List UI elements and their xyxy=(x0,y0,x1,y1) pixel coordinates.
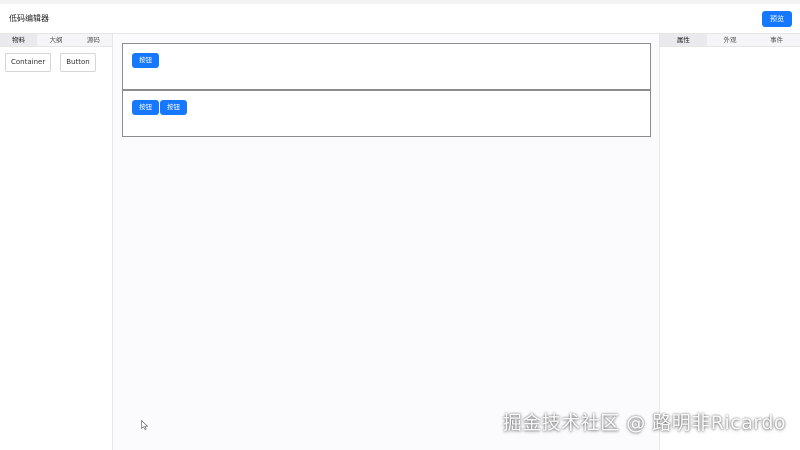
right-panel: 属性 外观 事件 xyxy=(659,34,800,450)
tab-outline[interactable]: 大纲 xyxy=(37,34,74,46)
canvas-button[interactable]: 按钮 xyxy=(132,53,159,68)
mouse-pointer-icon xyxy=(141,420,149,430)
material-container[interactable]: Container xyxy=(5,53,52,72)
container-buttons: 按钮 xyxy=(132,53,159,68)
preview-button[interactable]: 预览 xyxy=(762,10,792,27)
tab-properties[interactable]: 属性 xyxy=(660,34,707,46)
right-tabs: 属性 外观 事件 xyxy=(660,34,800,47)
left-panel: 物料 大纲 源码 Container Button xyxy=(0,34,113,450)
tab-events[interactable]: 事件 xyxy=(753,34,800,46)
watermark: 掘金技术社区 @ 路明非Ricardo xyxy=(502,412,786,434)
left-tabs: 物料 大纲 源码 xyxy=(0,34,112,47)
canvas-button[interactable]: 按钮 xyxy=(160,100,187,115)
canvas-container[interactable]: 按钮 按钮 xyxy=(122,90,651,137)
app-title: 低码编辑器 xyxy=(9,14,49,23)
container-buttons: 按钮 按钮 xyxy=(132,100,187,115)
material-button[interactable]: Button xyxy=(60,53,96,72)
tab-materials[interactable]: 物料 xyxy=(0,34,38,46)
materials-list: Container Button xyxy=(0,47,112,78)
canvas-button[interactable]: 按钮 xyxy=(132,100,159,115)
tab-source[interactable]: 源码 xyxy=(75,34,112,46)
app-header: 低码编辑器 预览 xyxy=(0,4,800,34)
tab-appearance[interactable]: 外观 xyxy=(707,34,754,46)
canvas-container[interactable]: 按钮 xyxy=(122,43,651,90)
editor-canvas[interactable]: 按钮 按钮 按钮 xyxy=(113,34,660,450)
